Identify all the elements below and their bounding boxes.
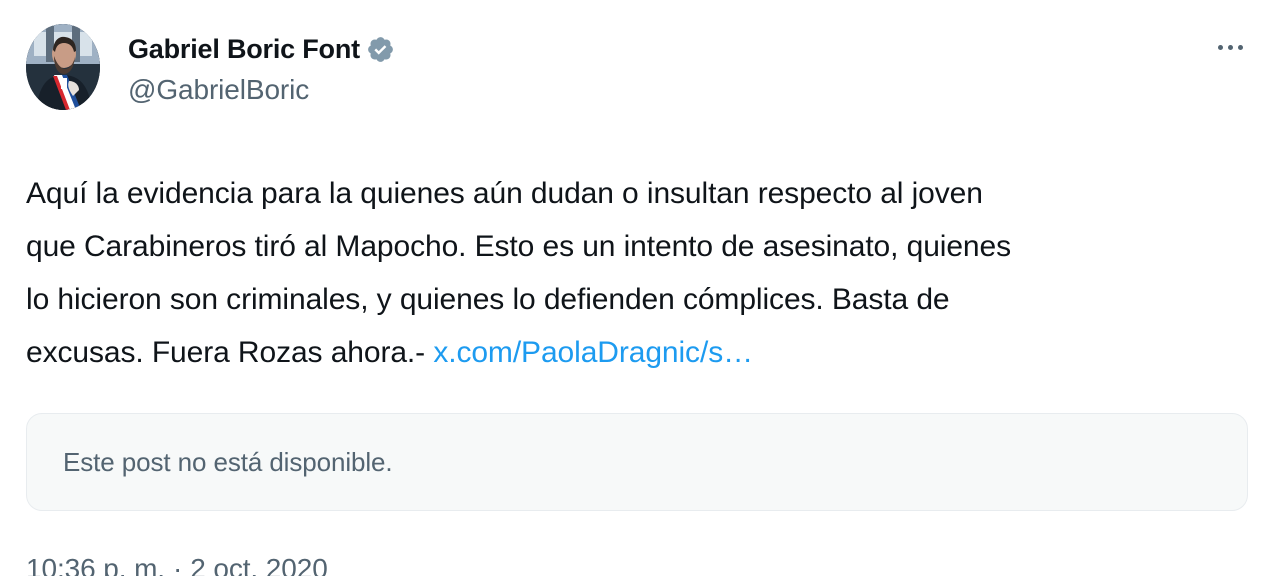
tweet-link[interactable]: x.com/PaolaDragnic/s… bbox=[433, 336, 753, 369]
more-dot-icon bbox=[1217, 44, 1223, 50]
verified-badge-icon[interactable] bbox=[366, 34, 396, 64]
timestamp-date: 2 oct. 2020 bbox=[190, 553, 328, 576]
tweet-text-line-3: lo hicieron son criminales, y quienes lo… bbox=[26, 283, 950, 316]
tweet-timestamp[interactable]: 10:36 p. m. · 2 oct. 2020 bbox=[26, 551, 1250, 576]
tweet-text-line-4: excusas. Fuera Rozas ahora.- x.com/Paola… bbox=[26, 326, 1252, 379]
tweet-text: Aquí la evidencia para la quienes aún du… bbox=[26, 167, 1252, 379]
tweet-text-line-1: Aquí la evidencia para la quienes aún du… bbox=[26, 177, 983, 210]
timestamp-time: 10:36 p. m. bbox=[26, 553, 165, 576]
tweet-text-line-2: que Carabineros tiró al Mapocho. Esto es… bbox=[26, 230, 1012, 263]
tweet-text-line-4-prefix: excusas. Fuera Rozas ahora.- bbox=[26, 336, 426, 369]
tweet-header: Gabriel Boric Font @GabrielBoric bbox=[26, 24, 1250, 120]
more-options-button[interactable] bbox=[1210, 30, 1250, 64]
author-display-name[interactable]: Gabriel Boric Font bbox=[128, 32, 360, 66]
avatar[interactable] bbox=[26, 24, 100, 110]
timestamp-separator: · bbox=[172, 553, 183, 576]
quoted-post-unavailable-text: Este post no está disponible. bbox=[63, 446, 393, 477]
author-handle[interactable]: @GabrielBoric bbox=[128, 70, 396, 110]
more-dot-icon bbox=[1237, 44, 1243, 50]
tweet-container: Gabriel Boric Font @GabrielBoric Aquí la… bbox=[0, 0, 1280, 576]
more-dot-icon bbox=[1227, 44, 1233, 50]
display-name-row: Gabriel Boric Font bbox=[128, 32, 396, 66]
author-names: Gabriel Boric Font @GabrielBoric bbox=[128, 24, 396, 110]
avatar-image bbox=[26, 24, 100, 110]
quoted-post-card[interactable]: Este post no está disponible. bbox=[26, 413, 1248, 511]
